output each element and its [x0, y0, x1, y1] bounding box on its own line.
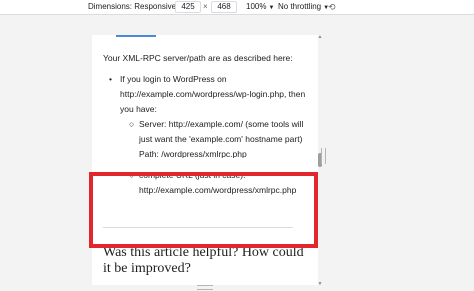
zoom-label: 100%	[246, 2, 267, 11]
resize-handle-right[interactable]	[321, 148, 326, 164]
times-symbol: ×	[203, 2, 208, 11]
list-item-text: If you login to WordPress on http://exam…	[120, 74, 306, 114]
zoom-dropdown[interactable]: 100% ▼	[246, 0, 274, 15]
top-accent-bar	[116, 35, 156, 37]
sub-list-item: ○ Server: http://example.com/ (some tool…	[129, 117, 317, 147]
rotate-icon[interactable]: ⟲	[328, 0, 336, 14]
bullet-icon: •	[109, 74, 112, 84]
sub-item-path-text: Path: /wordpress/xmlrpc.php	[139, 149, 247, 158]
sub-item-server-text: Server: http://example.com/ (some tools …	[139, 119, 304, 144]
feedback-heading: Was this article helpful? How could it b…	[103, 245, 304, 276]
circle-bullet-icon: ○	[129, 119, 135, 129]
scroll-down-icon[interactable]: ▼	[316, 279, 324, 289]
list-item: • If you login to WordPress on http://ex…	[109, 72, 318, 117]
throttling-dropdown[interactable]: No throttling ▼	[278, 0, 329, 15]
height-input[interactable]: 468	[211, 1, 237, 13]
highlight-box	[89, 172, 318, 248]
throttling-label: No throttling	[278, 2, 322, 11]
device-toolbar: Dimensions: Responsive▼ 425 × 468 100%▼ …	[0, 0, 474, 15]
resize-handle-bottom[interactable]	[197, 285, 213, 290]
scroll-up-icon[interactable]: ▲	[316, 32, 324, 42]
width-input[interactable]: 425	[175, 1, 201, 13]
intro-text: Your XML-RPC server/path are as describe…	[103, 53, 293, 63]
sub-list-item: ○ Path: /wordpress/xmlrpc.php	[139, 147, 317, 158]
dimensions-dropdown[interactable]: Dimensions: Responsive▼	[88, 0, 184, 15]
zoom-caret-icon: ▼	[268, 5, 275, 11]
dimensions-label: Dimensions: Responsive	[88, 2, 177, 11]
